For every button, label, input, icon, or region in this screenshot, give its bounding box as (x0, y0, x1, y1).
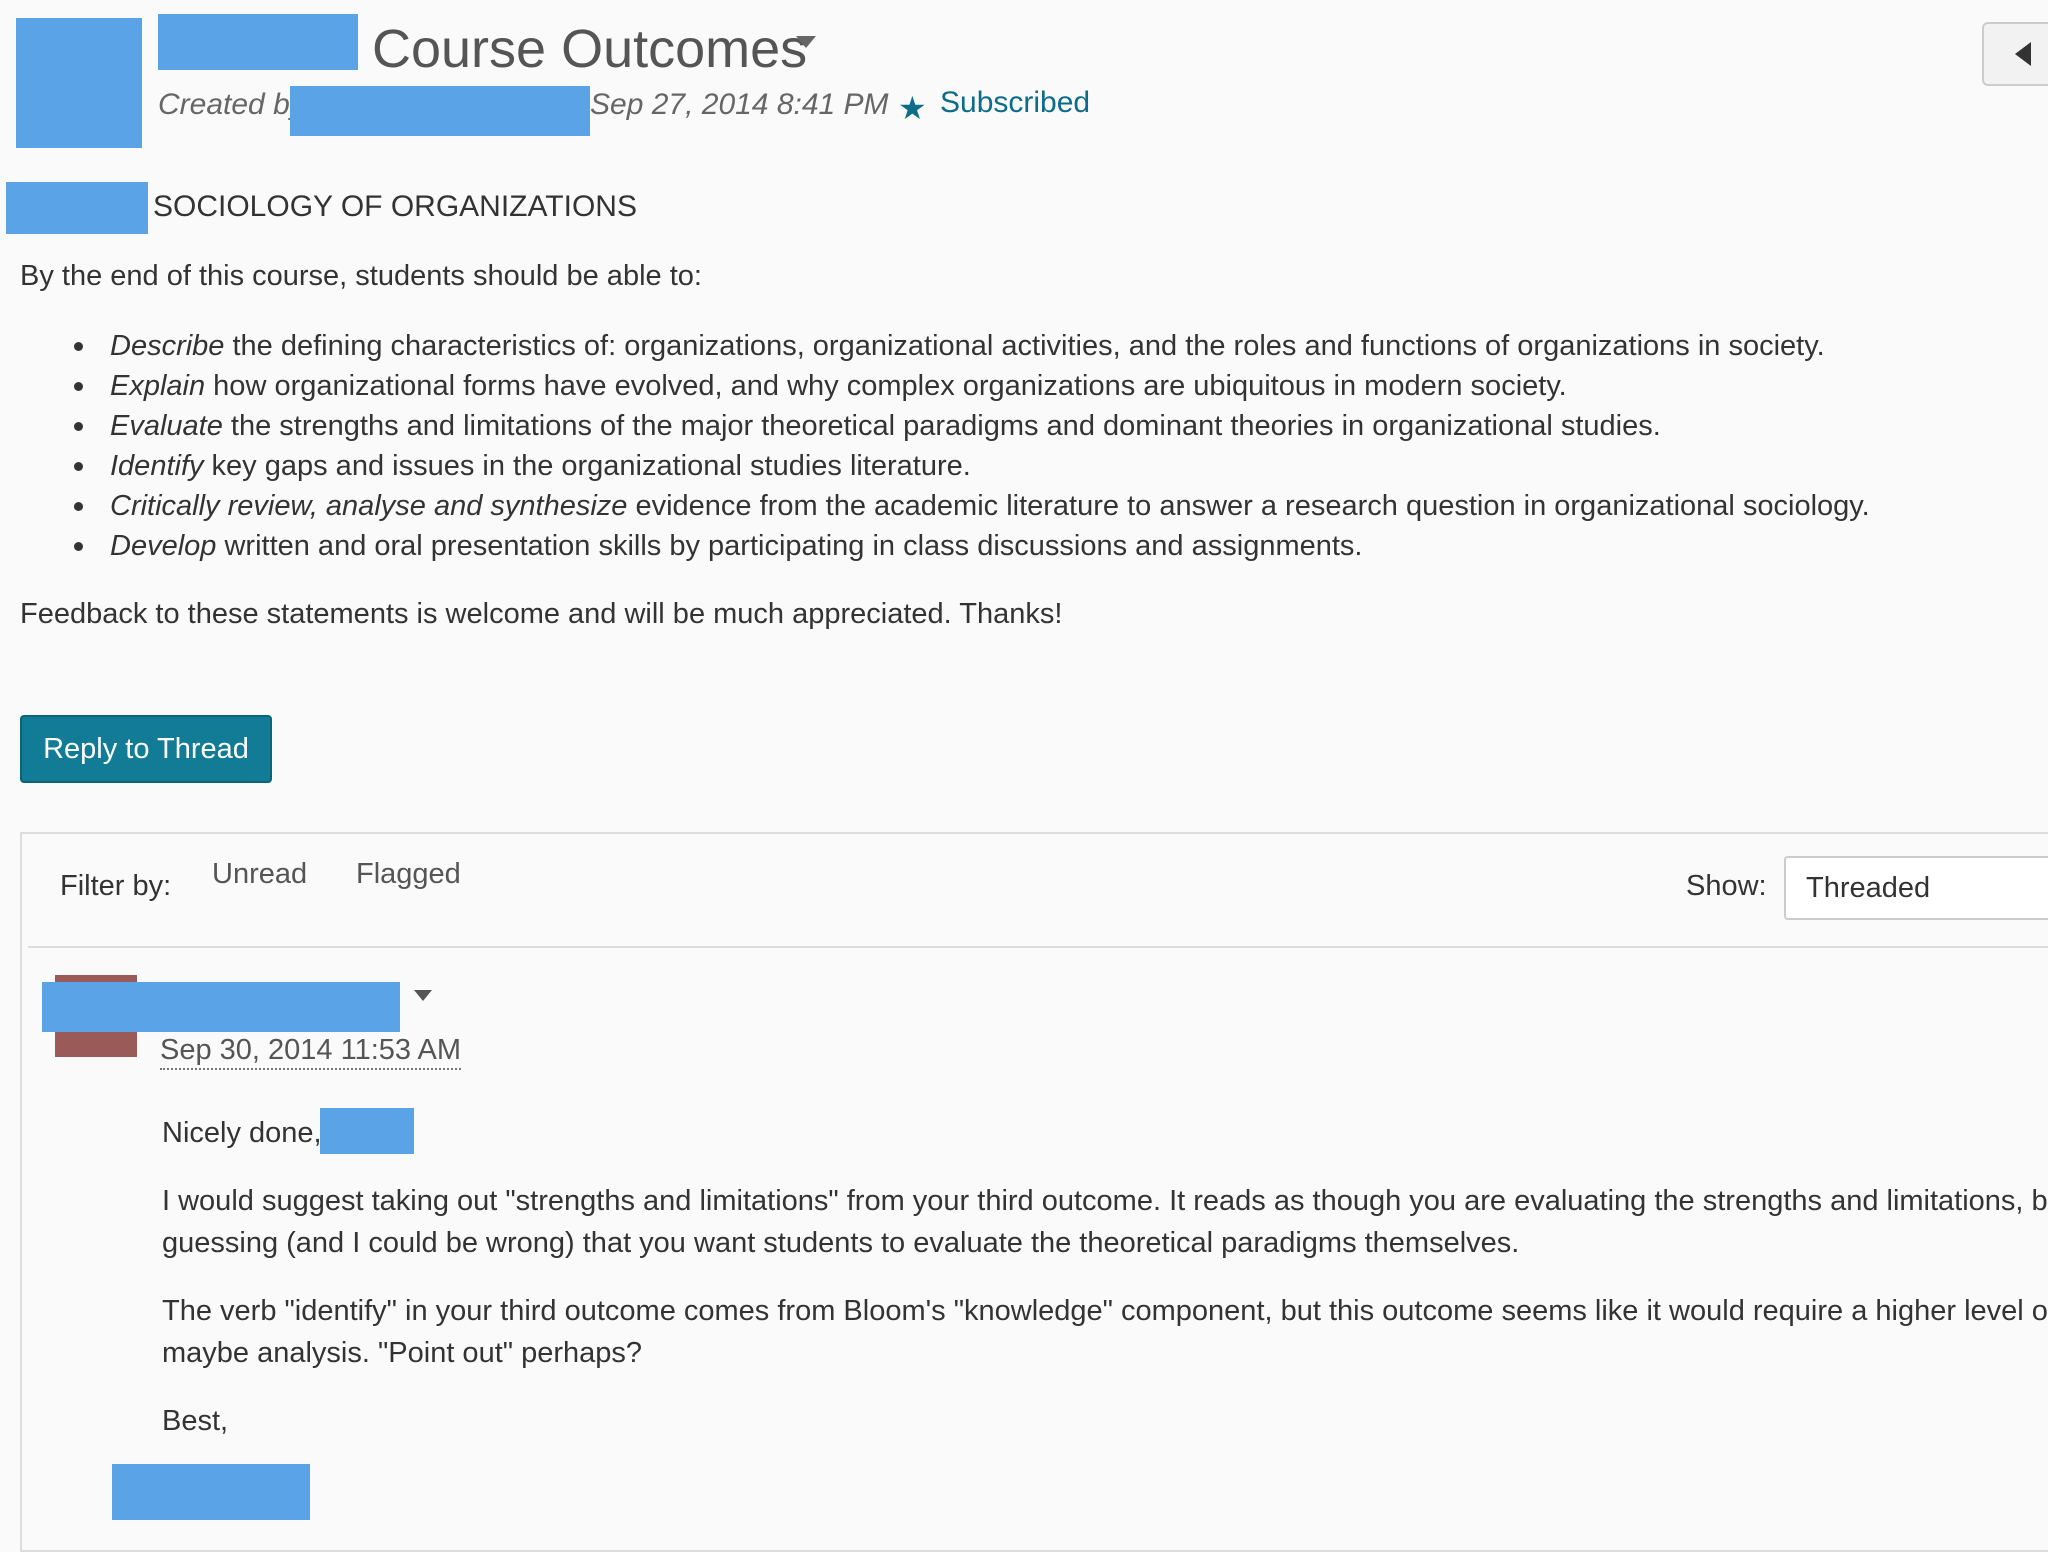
reply-to-thread-button[interactable]: Reply to Thread (20, 715, 272, 783)
signature-redacted (112, 1464, 310, 1520)
author-avatar-redacted (16, 18, 142, 148)
outcome-item: Critically review, analyse and synthesiz… (74, 486, 1870, 526)
bullet-icon (74, 382, 83, 391)
chevron-down-icon[interactable] (796, 36, 816, 48)
subscribe-toggle[interactable]: Subscribed (940, 86, 1090, 120)
outcome-verb: Describe (110, 330, 225, 362)
outcome-item: Describe the defining characteristics of… (74, 326, 1870, 366)
closing-text: Feedback to these statements is welcome … (20, 598, 1063, 630)
outcome-text: the strengths and limitations of the maj… (222, 410, 1661, 442)
filter-label: Filter by: (60, 870, 172, 902)
show-select[interactable]: Threaded (1784, 856, 2048, 920)
caret-left-icon (2015, 42, 2031, 66)
author-name-redacted (290, 86, 590, 136)
post-date: Sep 27, 2014 8:41 PM (590, 88, 889, 121)
chevron-down-icon[interactable] (414, 990, 432, 1001)
outcome-verb: Identify (110, 450, 204, 482)
bullet-icon (74, 462, 83, 471)
outcome-text: evidence from the academic literature to… (627, 490, 1870, 522)
outcome-verb: Evaluate (110, 410, 223, 442)
reply-paragraph-2-line-2: maybe analysis. "Point out" perhaps? (162, 1337, 643, 1369)
reply-paragraph-1-line-1: I would suggest taking out "strengths an… (162, 1185, 2048, 1217)
outcome-item: Evaluate the strengths and limitations o… (74, 406, 1870, 446)
filter-flagged-link[interactable]: Flagged (356, 858, 461, 891)
divider (28, 946, 2048, 948)
outcome-text: key gaps and issues in the organizationa… (203, 450, 971, 482)
bullet-icon (74, 502, 83, 511)
outcome-verb: Critically review, analyse and synthesiz… (110, 490, 628, 522)
reply-greeting: Nicely done, (162, 1117, 322, 1149)
reply-date-link[interactable]: Sep 30, 2014 11:53 AM (160, 1032, 461, 1070)
reply-paragraph-2-line-1: The verb "identify" in your third outcom… (162, 1295, 2048, 1327)
course-code-redacted (6, 182, 148, 234)
show-label: Show: (1686, 870, 1767, 902)
page-title: Course Outcomes (372, 19, 808, 79)
outcome-item: Identify key gaps and issues in the orga… (74, 446, 1870, 486)
outcome-item: Develop written and oral presentation sk… (74, 526, 1870, 566)
star-icon[interactable]: ★ (898, 88, 927, 128)
bullet-icon (74, 422, 83, 431)
outcome-text: written and oral presentation skills by … (216, 530, 1363, 562)
outcome-text: how organizational forms have evolved, a… (205, 370, 1567, 402)
filter-unread-link[interactable]: Unread (212, 858, 307, 891)
outcome-item: Explain how organizational forms have ev… (74, 366, 1870, 406)
course-name: SOCIOLOGY OF ORGANIZATIONS (153, 190, 637, 223)
outcome-verb: Develop (110, 530, 217, 562)
reply-signoff: Best, (162, 1405, 229, 1437)
reply-paragraph-1-line-2: guessing (and I could be wrong) that you… (162, 1227, 1520, 1259)
intro-text: By the end of this course, students shou… (20, 260, 702, 292)
outcome-text: the defining characteristics of: organiz… (224, 330, 1825, 362)
created-by-label: Created by (158, 88, 305, 121)
outcome-verb: Explain (110, 370, 206, 402)
category-redacted (158, 14, 358, 70)
bullet-icon (74, 542, 83, 551)
recipient-name-redacted (320, 1108, 414, 1154)
reply-author-redacted (42, 982, 400, 1032)
outcomes-list: Describe the defining characteristics of… (74, 326, 1870, 566)
bullet-icon (74, 342, 83, 351)
